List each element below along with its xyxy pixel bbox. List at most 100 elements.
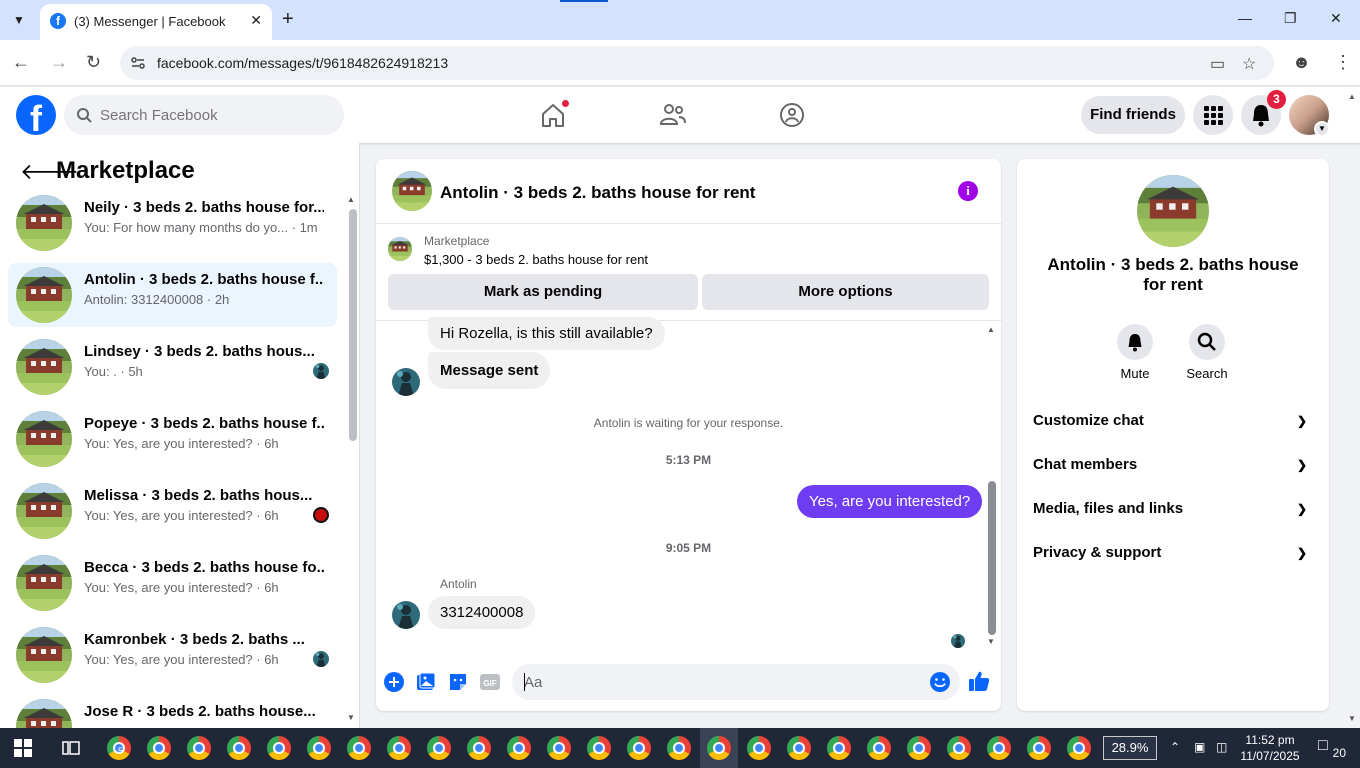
site-settings-icon[interactable] (130, 55, 146, 71)
conversation-item-active[interactable]: Antolin · 3 beds 2. baths house f... Ant… (8, 263, 337, 327)
chrome-taskbar-icon[interactable] (827, 736, 851, 760)
sticker-icon[interactable] (447, 671, 469, 693)
groups-icon[interactable] (776, 99, 808, 131)
bookmark-star-icon[interactable]: ☆ (1242, 54, 1256, 74)
tab-close-icon[interactable]: ✕ (250, 12, 262, 29)
chrome-taskbar-icon[interactable] (867, 736, 891, 760)
chrome-taskbar-icon[interactable] (507, 736, 531, 760)
friends-icon[interactable] (657, 99, 689, 131)
incoming-message[interactable]: 3312400008 (428, 596, 536, 629)
reload-icon[interactable]: ↻ (86, 52, 101, 72)
conversation-item[interactable]: Jose R · 3 beds 2. baths house... (8, 695, 337, 728)
page-scroll-up-icon[interactable]: ▲ (1348, 92, 1356, 101)
conversation-item[interactable]: Becca · 3 beds 2. baths house fo... You:… (8, 551, 337, 615)
info-icon[interactable]: i (958, 181, 978, 201)
facebook-search[interactable] (64, 95, 344, 135)
back-icon[interactable]: ← (12, 52, 30, 72)
menu-button[interactable] (1193, 95, 1233, 135)
chrome-taskbar-icon[interactable] (307, 736, 331, 760)
system-clock[interactable]: 11:52 pm 11/07/2025 (1238, 732, 1302, 764)
search-in-chat-button[interactable]: Search (1177, 324, 1237, 381)
chat-title[interactable]: Antolin · 3 beds 2. baths house for rent (440, 183, 755, 203)
profile-icon[interactable]: ☻ (1292, 52, 1311, 72)
display-icon[interactable]: ▣ (1194, 740, 1205, 754)
chrome-taskbar-icon[interactable] (187, 736, 211, 760)
window-close-icon[interactable]: ✕ (1330, 10, 1342, 27)
chrome-taskbar-icon[interactable] (147, 736, 171, 760)
incoming-message[interactable]: Message sent (428, 352, 551, 389)
thumbs-up-icon[interactable] (967, 669, 991, 693)
chrome-center-icon (593, 742, 605, 754)
chrome-taskbar-icon[interactable] (1027, 736, 1051, 760)
chat-listing-thumbnail[interactable] (392, 171, 432, 211)
maximize-icon[interactable]: ❐ (1284, 10, 1297, 27)
search-input[interactable] (100, 95, 330, 135)
listing-thumbnail (16, 699, 72, 728)
incoming-message[interactable]: Hi Rozella, is this still available? (428, 317, 665, 350)
find-friends-button[interactable]: Find friends (1081, 96, 1185, 134)
minimize-icon[interactable]: — (1238, 10, 1252, 26)
chrome-taskbar-icon[interactable] (547, 736, 571, 760)
chrome-taskbar-icon[interactable] (627, 736, 651, 760)
customize-chat-row[interactable]: Customize chat ❯ (1033, 403, 1313, 439)
task-view-icon[interactable] (62, 740, 80, 756)
chrome-taskbar-icon[interactable] (1067, 736, 1091, 760)
chrome-taskbar-icon[interactable] (747, 736, 771, 760)
chrome-taskbar-icon[interactable] (227, 736, 251, 760)
browser-tab[interactable]: f (3) Messenger | Facebook ✕ (40, 4, 272, 40)
privacy-support-row[interactable]: Privacy & support ❯ (1033, 535, 1313, 571)
listing-thumbnail (16, 627, 72, 683)
message-composer[interactable] (512, 664, 960, 700)
photo-icon[interactable] (415, 671, 437, 693)
conversation-item[interactable]: Lindsey · 3 beds 2. baths hous... You: .… (8, 335, 337, 399)
chrome-taskbar-icon[interactable] (267, 736, 291, 760)
battery-indicator[interactable]: 28.9% (1103, 736, 1157, 760)
browser-menu-icon[interactable]: ⋮ (1334, 52, 1352, 72)
chat-scroll-up-icon[interactable]: ▲ (987, 325, 995, 334)
mute-button[interactable]: Mute (1105, 324, 1165, 381)
mark-as-pending-button[interactable]: Mark as pending (388, 274, 698, 310)
install-app-icon[interactable]: ▭ (1210, 54, 1225, 74)
media-files-links-row[interactable]: Media, files and links ❯ (1033, 491, 1313, 527)
conversation-item[interactable]: Melissa · 3 beds 2. baths hous... You: Y… (8, 479, 337, 543)
outgoing-message[interactable]: Yes, are you interested? (797, 485, 983, 518)
chat-members-row[interactable]: Chat members ❯ (1033, 447, 1313, 483)
windows-start-icon[interactable] (14, 739, 32, 757)
chrome-taskbar-icon[interactable] (787, 736, 811, 760)
plus-circle-icon[interactable] (383, 671, 405, 693)
scroll-down-icon[interactable]: ▼ (347, 713, 355, 722)
chrome-taskbar-icon[interactable] (587, 736, 611, 760)
message-input[interactable] (524, 664, 914, 700)
chrome-taskbar-icon[interactable] (947, 736, 971, 760)
page-scroll-down-icon[interactable]: ▼ (1348, 714, 1356, 723)
forward-icon[interactable]: → (50, 52, 68, 72)
conversation-item[interactable]: Kamronbek · 3 beds 2. baths ... You: Yes… (8, 623, 337, 687)
chrome-taskbar-icon[interactable] (667, 736, 691, 760)
more-options-button[interactable]: More options (702, 274, 989, 310)
chrome-taskbar-icon[interactable] (707, 736, 731, 760)
chrome-taskbar-icon[interactable] (387, 736, 411, 760)
conversation-item[interactable]: Neily · 3 beds 2. baths house for... You… (8, 191, 337, 255)
account-chevron-icon[interactable]: ▼ (1314, 121, 1330, 137)
sender-avatar[interactable] (392, 368, 420, 396)
address-bar[interactable]: facebook.com/messages/t/9618482624918213… (120, 46, 1274, 80)
chrome-taskbar-icon[interactable] (347, 736, 371, 760)
chrome-taskbar-icon[interactable] (427, 736, 451, 760)
listing-price[interactable]: $1,300 - 3 beds 2. baths house for rent (424, 252, 648, 267)
sender-avatar[interactable] (392, 601, 420, 629)
chrome-taskbar-icon[interactable] (467, 736, 491, 760)
new-tab-icon[interactable]: + (282, 8, 294, 30)
chrome-taskbar-icon[interactable] (987, 736, 1011, 760)
scroll-up-icon[interactable]: ▲ (347, 195, 355, 204)
facebook-logo-icon[interactable]: f (16, 95, 56, 135)
gif-icon[interactable]: GIF (479, 671, 501, 693)
network-icon[interactable]: ◫ (1216, 740, 1227, 754)
sidebar-scrollbar[interactable] (349, 209, 357, 441)
chat-scroll-down-icon[interactable]: ▼ (987, 637, 995, 646)
emoji-icon[interactable] (929, 671, 951, 693)
tab-search-chevron-icon[interactable]: ▼ (6, 8, 32, 32)
conversation-item[interactable]: Popeye · 3 beds 2. baths house f... You:… (8, 407, 337, 471)
chrome-taskbar-icon[interactable] (907, 736, 931, 760)
chat-scrollbar[interactable] (988, 481, 996, 635)
tray-chevron-icon[interactable]: ⌃ (1170, 740, 1180, 754)
